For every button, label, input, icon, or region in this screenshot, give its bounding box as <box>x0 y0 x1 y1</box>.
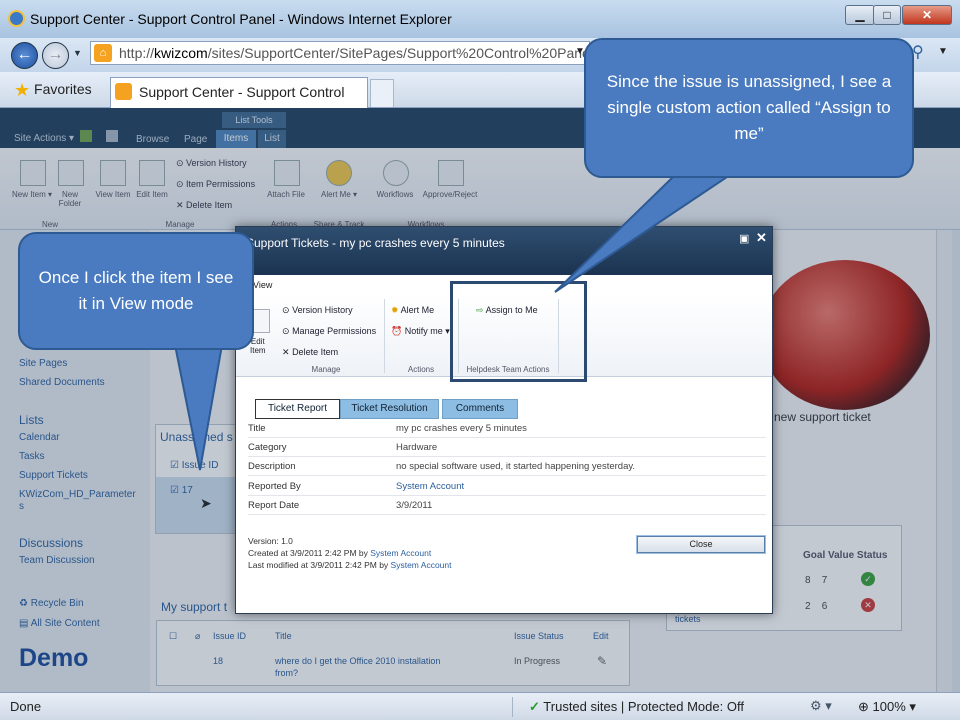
trusted-check-icon: ✓ <box>529 699 540 714</box>
left-callout-pointer <box>173 344 224 471</box>
zoom-level[interactable]: ⊕ 100% ▾ <box>858 699 916 715</box>
left-callout: Once I click the item I see it in View m… <box>18 232 254 350</box>
zoom-icon: ⊕ <box>858 699 869 714</box>
security-zone[interactable]: ✓ Trusted sites | Protected Mode: Off <box>512 697 802 717</box>
settings-gear-icon[interactable]: ⚙ ▾ <box>810 698 832 714</box>
status-bar: Done ✓ Trusted sites | Protected Mode: O… <box>0 692 960 720</box>
right-callout: Since the issue is unassigned, I see a s… <box>584 38 914 178</box>
right-callout-pointer <box>554 174 734 293</box>
status-text: Done <box>10 699 42 714</box>
